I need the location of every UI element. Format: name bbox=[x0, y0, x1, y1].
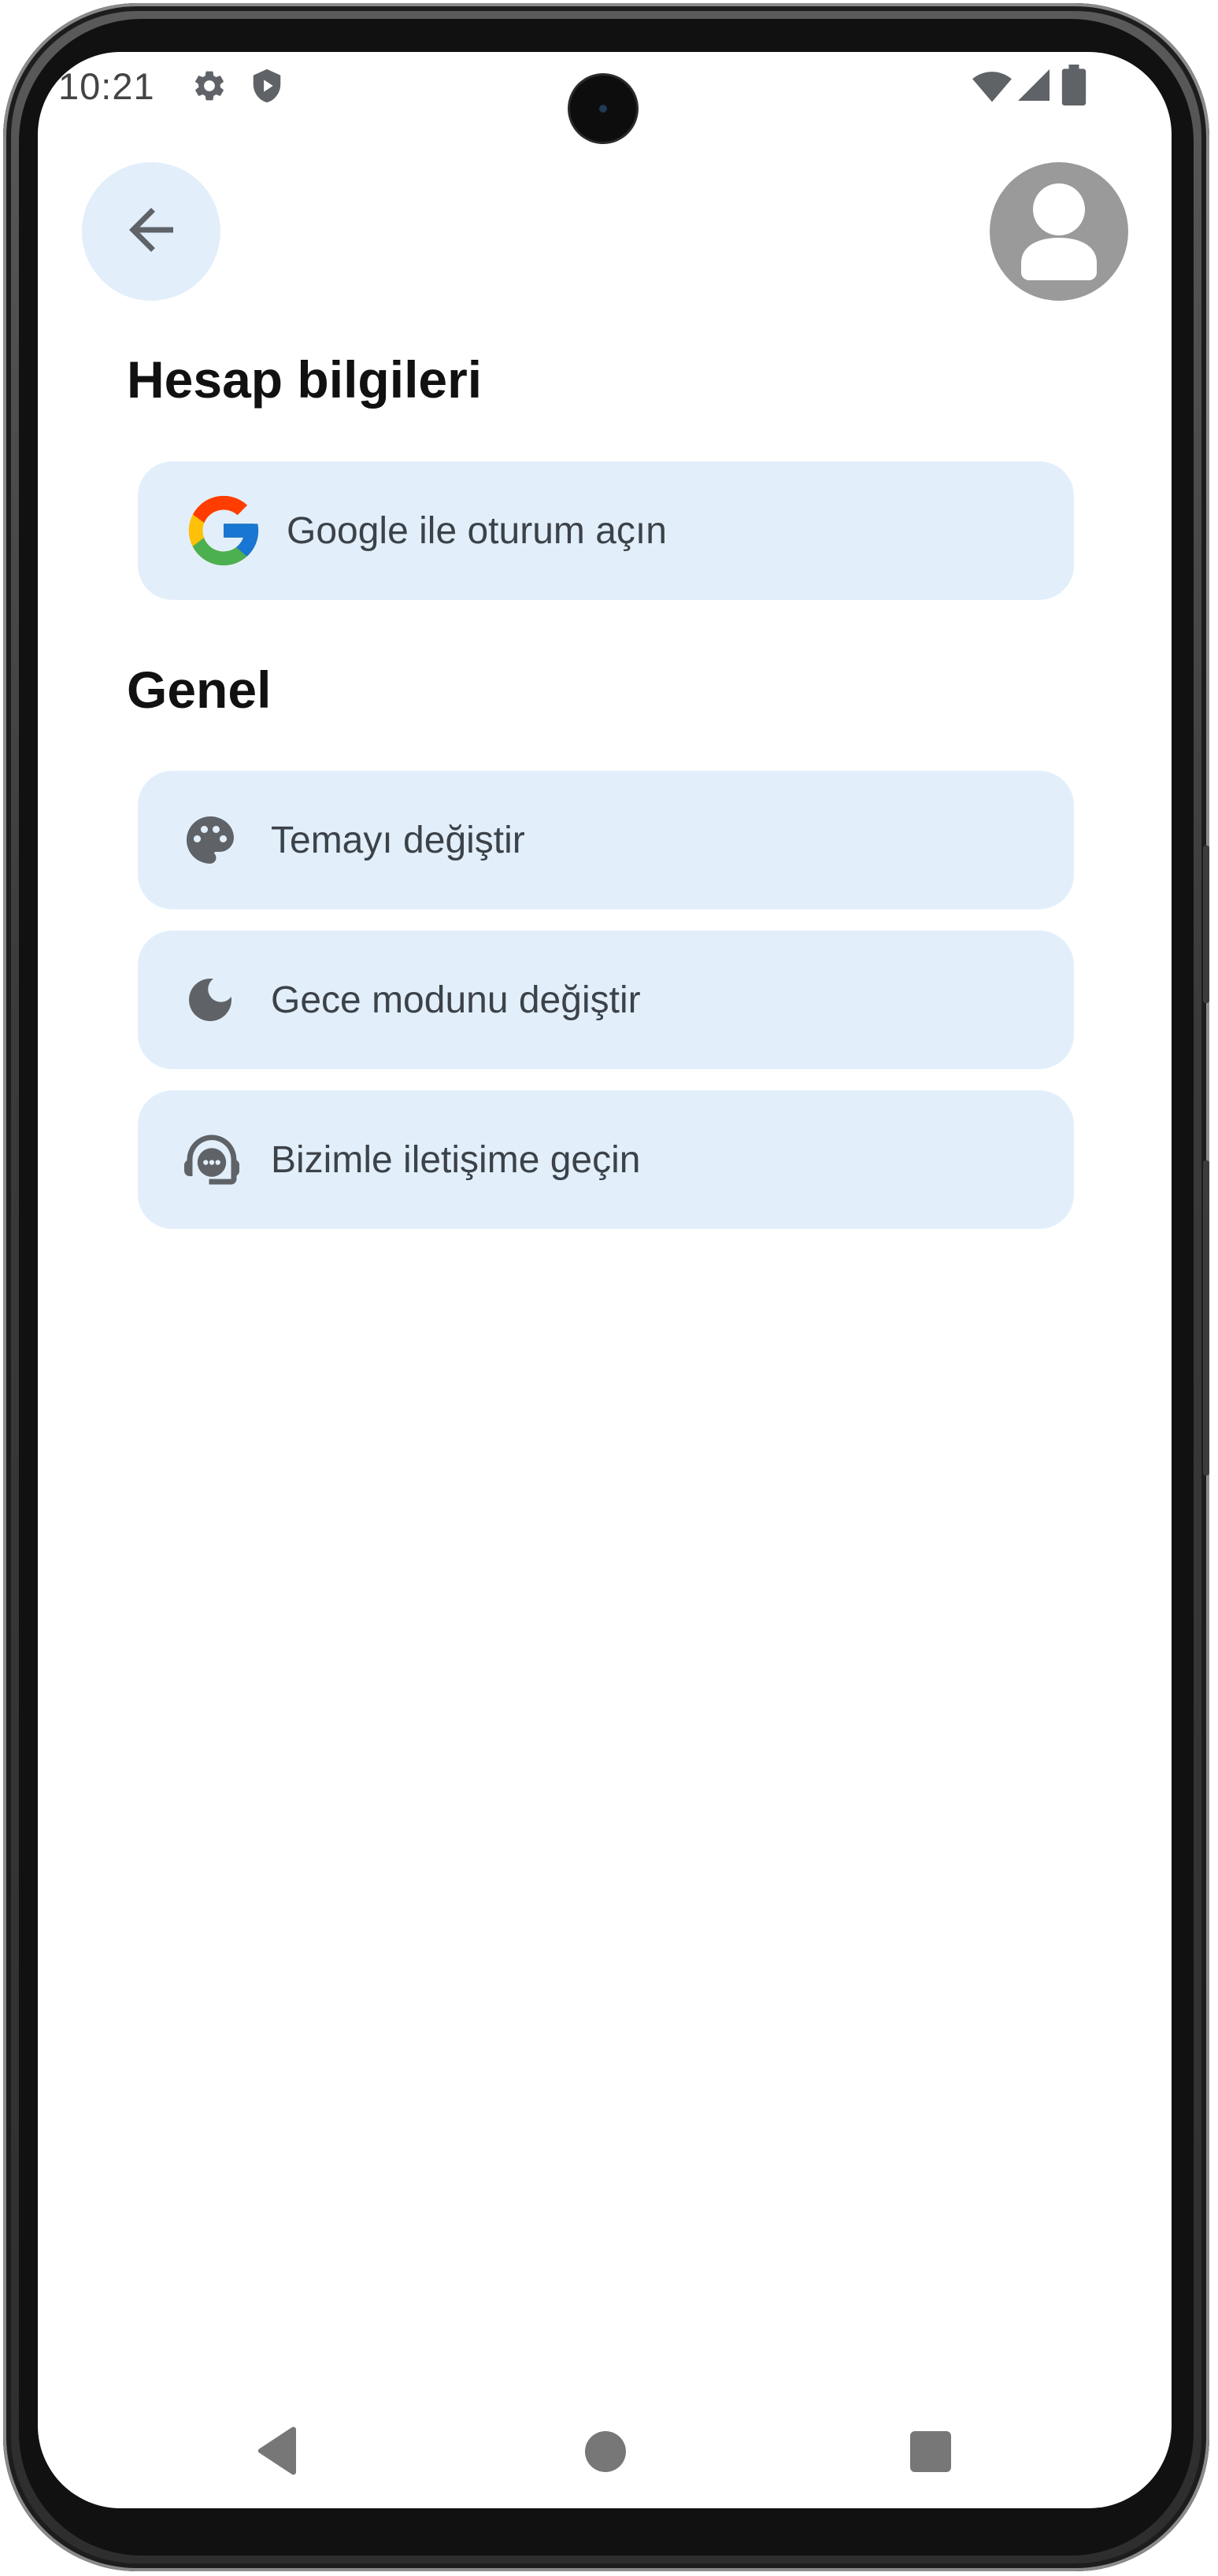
account-section-title: Hesap bilgileri bbox=[127, 350, 483, 409]
palette-icon bbox=[182, 812, 239, 868]
toggle-night-mode-button[interactable]: Gece modunu değiştir bbox=[138, 931, 1074, 1069]
general-section-title: Genel bbox=[127, 661, 272, 719]
change-theme-button[interactable]: Temayı değiştir bbox=[138, 771, 1074, 909]
google-sign-in-label: Google ile oturum açın bbox=[287, 509, 667, 552]
google-logo-icon bbox=[182, 489, 265, 572]
toggle-night-mode-label: Gece modunu değiştir bbox=[271, 979, 641, 1021]
system-navigation-bar bbox=[38, 2398, 1172, 2508]
contact-us-label: Bizimle iletişime geçin bbox=[271, 1138, 641, 1181]
nav-back-icon[interactable] bbox=[255, 2426, 299, 2479]
contact-us-button[interactable]: Bizimle iletişime geçin bbox=[138, 1090, 1074, 1229]
profile-avatar-button[interactable] bbox=[990, 162, 1128, 301]
wifi-icon bbox=[972, 66, 1013, 107]
status-time: 10:21 bbox=[58, 65, 155, 107]
arrow-left-icon bbox=[118, 197, 184, 267]
change-theme-label: Temayı değiştir bbox=[271, 819, 525, 861]
nav-recents-icon[interactable] bbox=[910, 2431, 951, 2472]
gear-icon bbox=[191, 68, 228, 104]
google-sign-in-button[interactable]: Google ile oturum açın bbox=[138, 461, 1074, 600]
app-screen: 10:21 Hesap bilgileri Google ile oturum … bbox=[38, 52, 1172, 2508]
nav-home-icon[interactable] bbox=[585, 2431, 626, 2472]
battery-icon bbox=[1060, 65, 1088, 105]
cellular-signal-icon bbox=[1015, 66, 1053, 104]
back-button[interactable] bbox=[82, 162, 220, 301]
person-icon bbox=[990, 183, 1128, 301]
shield-play-icon bbox=[249, 68, 285, 104]
power-button bbox=[1203, 1160, 1209, 1475]
moon-icon bbox=[182, 972, 239, 1028]
support-agent-icon bbox=[179, 1127, 245, 1193]
front-camera bbox=[570, 76, 636, 142]
volume-button bbox=[1203, 846, 1209, 1003]
